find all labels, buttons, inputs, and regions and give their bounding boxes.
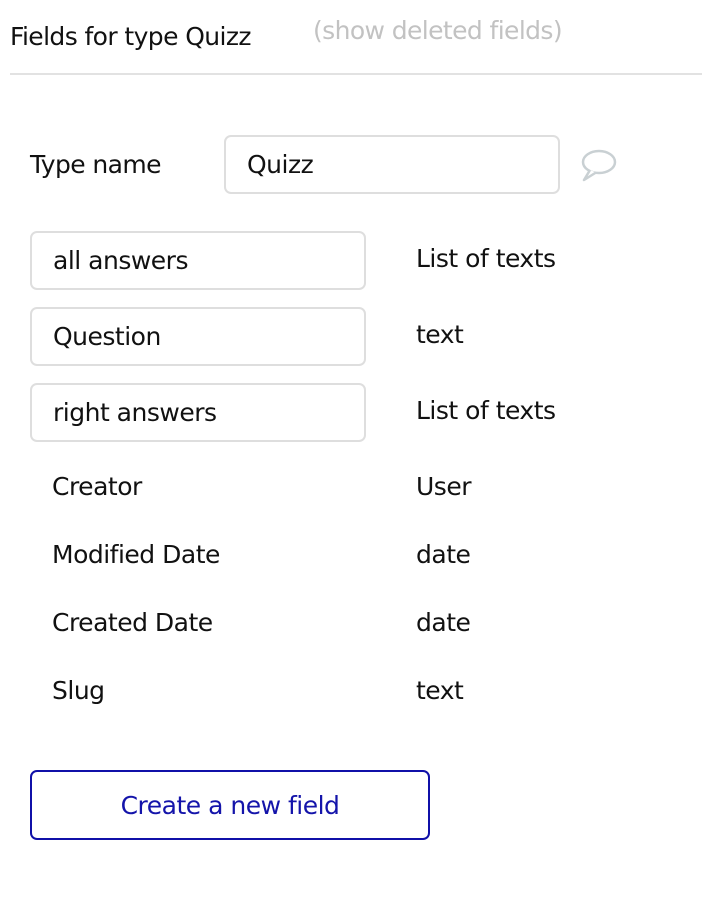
- field-name-input[interactable]: [30, 307, 366, 366]
- field-type: User: [416, 472, 471, 501]
- field-name-input[interactable]: [30, 231, 366, 290]
- field-type: text: [416, 676, 464, 705]
- type-name-input[interactable]: [224, 135, 560, 194]
- field-row-created-date: Created Date date: [30, 595, 590, 654]
- type-name-label: Type name: [30, 150, 161, 179]
- field-type[interactable]: text: [416, 320, 464, 349]
- show-deleted-fields-link[interactable]: (show deleted fields): [313, 16, 563, 45]
- field-name: Created Date: [52, 608, 213, 637]
- field-name: Modified Date: [52, 540, 220, 569]
- field-row-right-answers: List of texts: [30, 383, 590, 442]
- field-type[interactable]: List of texts: [416, 244, 556, 273]
- create-new-field-button[interactable]: Create a new field: [30, 770, 430, 840]
- page-title: Fields for type Quizz: [10, 22, 252, 51]
- field-row-question: text: [30, 307, 590, 366]
- field-type[interactable]: List of texts: [416, 396, 556, 425]
- field-name-input[interactable]: [30, 383, 366, 442]
- field-row-creator: Creator User: [30, 459, 590, 518]
- field-row-slug: Slug text: [30, 663, 590, 722]
- field-row-modified-date: Modified Date date: [30, 527, 590, 586]
- page-header: Fields for type Quizz (show deleted fiel…: [10, 0, 702, 75]
- field-type: date: [416, 540, 471, 569]
- field-type: date: [416, 608, 471, 637]
- field-name: Creator: [52, 472, 142, 501]
- field-name: Slug: [52, 676, 105, 705]
- speech-bubble-icon[interactable]: [578, 147, 618, 183]
- field-row-all-answers: List of texts: [30, 231, 590, 290]
